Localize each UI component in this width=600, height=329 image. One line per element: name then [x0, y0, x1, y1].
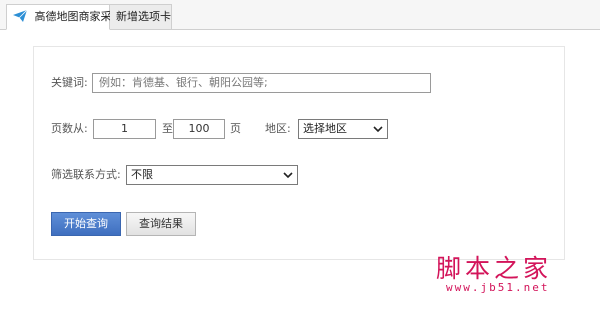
- contact-filter-value: 不限: [131, 168, 153, 181]
- page-unit-label: 页: [230, 122, 241, 135]
- tab-bar: 高德地图商家采集 新增选项卡: [0, 0, 600, 30]
- keyword-input[interactable]: 例如：肯德基、银行、朝阳公园等;: [92, 73, 431, 93]
- region-select[interactable]: 选择地区: [298, 119, 388, 139]
- contact-filter-label: 筛选联系方式:: [51, 168, 121, 181]
- query-results-button[interactable]: 查询结果: [126, 212, 196, 236]
- keyword-label: 关键词:: [51, 76, 88, 89]
- page-start-input[interactable]: 1: [93, 119, 156, 139]
- pages-from-label: 页数从:: [51, 122, 88, 135]
- page-end-input[interactable]: 100: [173, 119, 225, 139]
- watermark-text: 脚本之家: [436, 254, 553, 283]
- watermark-url: www.jb51.net: [446, 281, 550, 294]
- chevron-down-icon: [283, 172, 293, 179]
- send-icon: [13, 10, 27, 22]
- tab-label: 新增选项卡: [116, 10, 171, 23]
- contact-filter-select[interactable]: 不限: [126, 165, 298, 185]
- start-query-button[interactable]: 开始查询: [51, 212, 121, 236]
- tab-new[interactable]: 新增选项卡: [110, 4, 172, 30]
- tab-amap-merchant-collection[interactable]: 高德地图商家采集: [6, 4, 123, 30]
- chevron-down-icon: [373, 126, 383, 133]
- region-select-value: 选择地区: [303, 122, 347, 135]
- region-label: 地区:: [265, 122, 291, 135]
